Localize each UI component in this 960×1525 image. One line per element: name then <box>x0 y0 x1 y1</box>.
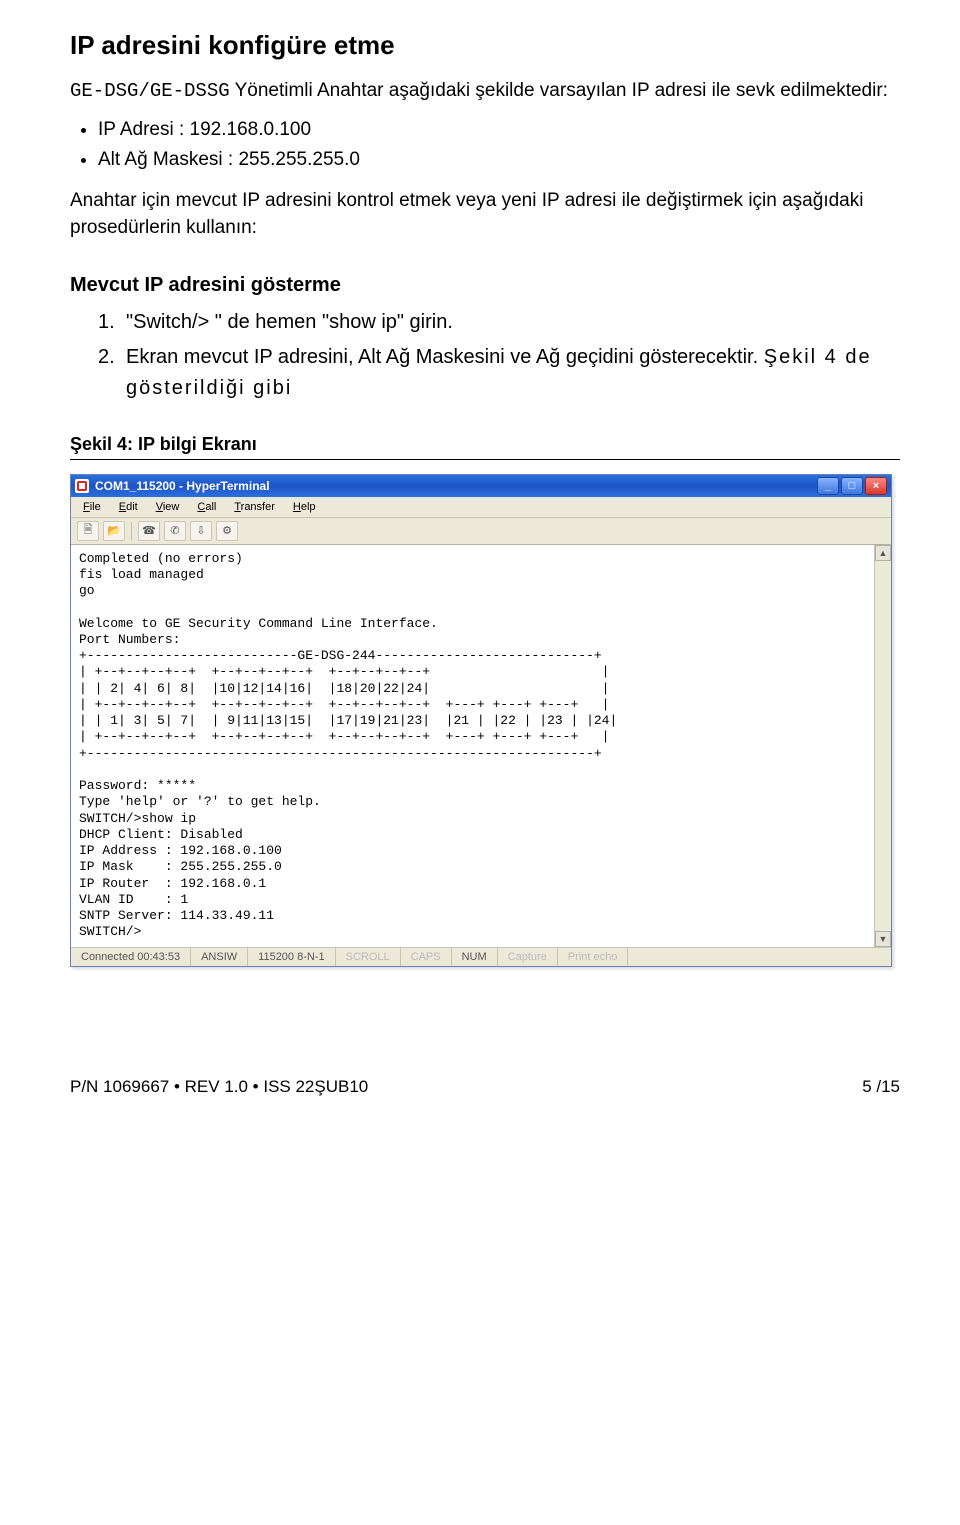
intro-paragraph: GE-DSG/GE-DSSG Yönetimli Anahtar aşağıda… <box>70 77 900 106</box>
status-connected: Connected 00:43:53 <box>71 948 191 966</box>
menu-call[interactable]: Call <box>189 499 224 515</box>
list-item: Alt Ağ Maskesi : 255.255.255.0 <box>98 146 900 175</box>
statusbar: Connected 00:43:53 ANSIW 115200 8-N-1 SC… <box>71 947 891 966</box>
figure-rule <box>70 459 900 460</box>
procedure-intro: Anahtar için mevcut IP adresini kontrol … <box>70 187 900 242</box>
send-icon[interactable]: ⇩ <box>190 521 212 541</box>
open-icon[interactable]: 📂 <box>103 521 125 541</box>
subheading: Mevcut IP adresini gösterme <box>70 274 900 297</box>
toolbar: 🗎 📂 ☎ ✆ ⇩ ⚙ <box>71 518 891 545</box>
window-buttons: _ □ × <box>817 477 887 495</box>
disconnect-icon[interactable]: ✆ <box>164 521 186 541</box>
menu-file[interactable]: File <box>75 499 109 515</box>
minimize-button[interactable]: _ <box>817 477 839 495</box>
section-title: IP adresini konfigüre etme <box>70 30 900 61</box>
status-port: 115200 8-N-1 <box>248 948 335 966</box>
menubar: File Edit View Call Transfer Help <box>71 497 891 518</box>
scrollbar[interactable]: ▲ ▼ <box>874 545 891 947</box>
figure-caption: Şekil 4: IP bilgi Ekranı <box>70 434 900 455</box>
close-button[interactable]: × <box>865 477 887 495</box>
scroll-down-icon[interactable]: ▼ <box>875 931 891 947</box>
menu-transfer[interactable]: Transfer <box>226 499 283 515</box>
titlebar: COM1_115200 - HyperTerminal _ □ × <box>71 475 891 497</box>
scroll-up-icon[interactable]: ▲ <box>875 545 891 561</box>
status-emulation: ANSIW <box>191 948 248 966</box>
defaults-list: IP Adresi : 192.168.0.100 Alt Ağ Maskesi… <box>70 116 900 175</box>
footer-left: P/N 1069667 • REV 1.0 • ISS 22ŞUB10 <box>70 1077 368 1097</box>
properties-icon[interactable]: ⚙ <box>216 521 238 541</box>
status-capture: Capture <box>498 948 558 966</box>
status-scroll: SCROLL <box>336 948 401 966</box>
menu-edit[interactable]: Edit <box>111 499 146 515</box>
status-caps: CAPS <box>401 948 452 966</box>
steps-list: "Switch/> " de hemen "show ip" girin. Ek… <box>70 307 900 404</box>
footer-right: 5 /15 <box>862 1077 900 1097</box>
step-text: Ekran mevcut IP adresini, Alt Ağ Maskesi… <box>126 346 758 368</box>
maximize-button[interactable]: □ <box>841 477 863 495</box>
intro-code: GE-DSG/GE-DSSG <box>70 80 230 102</box>
app-icon <box>75 479 89 493</box>
terminal-output[interactable]: Completed (no errors) fis load managed g… <box>71 545 874 947</box>
window-title: COM1_115200 - HyperTerminal <box>95 479 817 493</box>
list-item: IP Adresi : 192.168.0.100 <box>98 116 900 145</box>
status-num: NUM <box>452 948 498 966</box>
menu-help[interactable]: Help <box>285 499 324 515</box>
toolbar-separator <box>131 522 132 540</box>
connect-icon[interactable]: ☎ <box>138 521 160 541</box>
step-item: "Switch/> " de hemen "show ip" girin. <box>98 307 900 338</box>
step-item: Ekran mevcut IP adresini, Alt Ağ Maskesi… <box>98 342 900 404</box>
status-printecho: Print echo <box>558 948 629 966</box>
menu-view[interactable]: View <box>148 499 188 515</box>
hyperterminal-window: COM1_115200 - HyperTerminal _ □ × File E… <box>70 474 892 967</box>
new-icon[interactable]: 🗎 <box>77 521 99 541</box>
intro-text: Yönetimli Anahtar aşağıdaki şekilde vars… <box>230 80 888 101</box>
page-footer: P/N 1069667 • REV 1.0 • ISS 22ŞUB10 5 /1… <box>0 1077 960 1097</box>
